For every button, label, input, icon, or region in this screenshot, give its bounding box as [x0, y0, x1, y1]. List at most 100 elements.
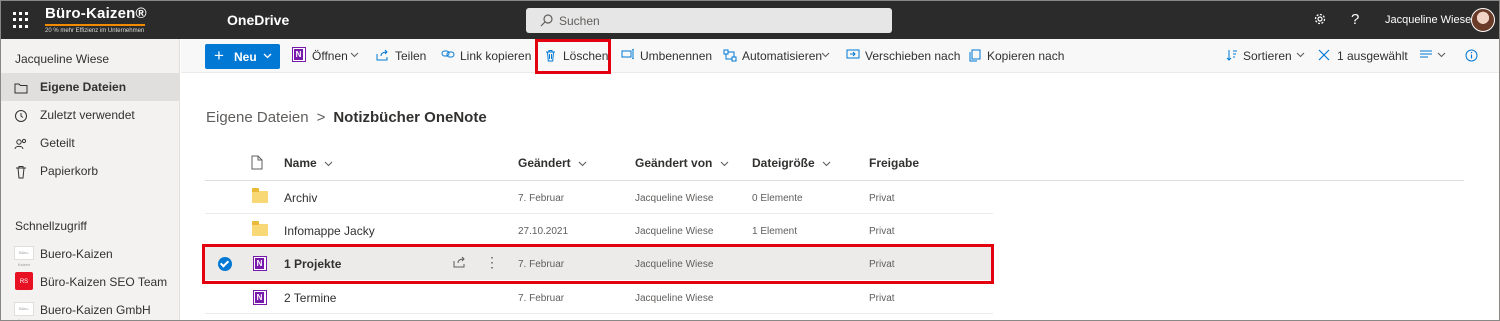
chevron-down-icon [1437, 52, 1446, 58]
chevron-down-icon [720, 161, 729, 167]
automate-button-label: Automatisieren [742, 49, 823, 63]
quick-access-label: Buero-Kaizen [40, 247, 113, 261]
row-modified-by: Jacqueline Wiese [635, 193, 714, 204]
column-header-modified-by[interactable]: Geändert von [635, 156, 729, 170]
company-logo[interactable]: Büro-Kaizen® 20 % mehr Effizienz im Unte… [45, 5, 149, 35]
sidebar-item-recycle-bin[interactable]: Papierkorb [1, 157, 180, 185]
chevron-down-icon [324, 161, 333, 167]
logo-title: Büro-Kaizen® [45, 5, 147, 22]
row-name[interactable]: Infomappe Jacky [284, 224, 375, 238]
table-row[interactable]: Infomappe Jacky 27.10.2021 Jacqueline Wi… [205, 214, 993, 247]
chevron-down-icon [350, 52, 359, 58]
selection-count: 1 ausgewählt [1337, 49, 1408, 63]
quick-access-label: Buero-Kaizen GmbH [40, 303, 151, 317]
plus-icon: + [214, 46, 224, 65]
sidebar-item-label: Eigene Dateien [40, 80, 127, 94]
chevron-down-icon [578, 161, 587, 167]
search-box[interactable] [526, 8, 892, 33]
new-button[interactable]: + Neu [205, 44, 280, 69]
sidebar-item-label: Geteilt [40, 136, 75, 150]
command-bar: + Neu Öffnen Teilen Link kopieren Lösche… [181, 39, 1499, 73]
folder-icon [252, 221, 268, 236]
copy-to-button-label: Kopieren nach [987, 49, 1065, 63]
app-frame: Büro-Kaizen® 20 % mehr Effizienz im Unte… [0, 0, 1500, 321]
avatar[interactable] [1471, 8, 1495, 32]
column-header-name[interactable]: Name [284, 156, 333, 170]
row-modified: 7. Februar [518, 193, 565, 204]
suite-header: Büro-Kaizen® 20 % mehr Effizienz im Unte… [1, 1, 1499, 39]
sort-button-label: Sortieren [1243, 49, 1292, 63]
link-icon [441, 50, 455, 58]
share-icon [376, 49, 388, 61]
chevron-right-icon: > [316, 109, 326, 126]
quick-access-item[interactable]: Büro-Kaizen Buero-Kaizen GmbH [1, 295, 180, 320]
breadcrumb-current: Notizbücher OneNote [333, 109, 487, 126]
quick-access-item[interactable]: Büro-Kaizen Buero-Kaizen [1, 239, 180, 267]
account-name[interactable]: Jacqueline Wiese [1385, 14, 1471, 26]
share-button[interactable]: Teilen [376, 47, 426, 65]
logo-underline [45, 24, 145, 26]
column-header-size[interactable]: Dateigröße [752, 156, 831, 170]
search-input[interactable] [559, 12, 879, 29]
recycle-bin-icon [16, 166, 26, 179]
site-thumbnail: RS [15, 272, 33, 290]
left-navigation: Jacqueline Wiese Eigene Dateien Zuletzt … [1, 39, 180, 320]
table-row[interactable]: 2 Termine 7. Februar Jacqueline Wiese Pr… [205, 281, 993, 314]
file-type-header-icon[interactable] [251, 155, 263, 170]
rename-icon [621, 49, 634, 59]
clear-selection-button[interactable]: 1 ausgewählt [1318, 47, 1408, 65]
settings-gear-icon[interactable] [1313, 12, 1327, 26]
row-name[interactable]: 2 Termine [284, 291, 336, 305]
new-button-label: Neu [234, 50, 257, 64]
sidebar-item-label: Zuletzt verwendet [40, 108, 135, 122]
open-button[interactable]: Öffnen [292, 47, 364, 65]
automate-button[interactable]: Automatisieren [723, 47, 833, 65]
quick-access-label: Büro-Kaizen SEO Team [40, 275, 168, 289]
chevron-down-icon [822, 161, 831, 167]
sort-icon [1226, 50, 1237, 61]
rename-button[interactable]: Umbenennen [621, 47, 712, 65]
delete-highlight-box [535, 39, 611, 74]
sidebar-item-shared[interactable]: Geteilt [1, 129, 180, 157]
chevron-down-icon [263, 53, 272, 59]
breadcrumb: Eigene Dateien > Notizbücher OneNote [206, 109, 487, 126]
view-options-button[interactable] [1419, 47, 1447, 65]
app-name[interactable]: OneDrive [227, 12, 289, 28]
sidebar-item-label: Papierkorb [40, 164, 99, 178]
copy-link-button[interactable]: Link kopieren [441, 47, 531, 65]
row-size: 1 Element [752, 226, 798, 237]
column-header-label: Dateigröße [752, 156, 815, 170]
row-modified: 27.10.2021 [518, 226, 569, 237]
row-sharing: Privat [869, 193, 895, 204]
copy-icon [969, 49, 981, 62]
move-icon [846, 49, 860, 59]
row-modified: 7. Februar [518, 293, 565, 304]
move-to-button[interactable]: Verschieben nach [846, 47, 960, 65]
folder-icon [14, 83, 28, 94]
column-header-modified[interactable]: Geändert [518, 156, 587, 170]
copy-to-button[interactable]: Kopieren nach [969, 47, 1069, 65]
row-size: 0 Elemente [752, 193, 803, 204]
table-row[interactable]: Archiv 7. Februar Jacqueline Wiese 0 Ele… [205, 181, 993, 214]
selected-row-highlight-box [202, 244, 994, 284]
people-icon [14, 138, 27, 150]
help-icon[interactable]: ? [1351, 11, 1359, 28]
row-sharing: Privat [869, 293, 895, 304]
sidebar-item-recent[interactable]: Zuletzt verwendet [1, 101, 180, 129]
onenote-icon [292, 47, 306, 62]
sidebar-item-my-files[interactable]: Eigene Dateien [1, 73, 180, 101]
site-thumbnail: Büro-Kaizen [14, 246, 34, 267]
open-button-label: Öffnen [312, 49, 348, 63]
details-pane-button[interactable] [1465, 47, 1481, 65]
sort-button[interactable]: Sortieren [1226, 47, 1305, 65]
rename-button-label: Umbenennen [640, 49, 713, 63]
onenote-icon [253, 290, 267, 305]
row-name[interactable]: Archiv [284, 191, 317, 205]
quick-access-item[interactable]: RS Büro-Kaizen SEO Team [1, 267, 180, 295]
column-header-sharing[interactable]: Freigabe [869, 156, 919, 170]
breadcrumb-root[interactable]: Eigene Dateien [206, 109, 309, 126]
list-view-icon [1420, 50, 1432, 58]
app-launcher-icon[interactable] [13, 12, 29, 28]
column-header-label: Name [284, 156, 317, 170]
history-icon [15, 110, 27, 122]
